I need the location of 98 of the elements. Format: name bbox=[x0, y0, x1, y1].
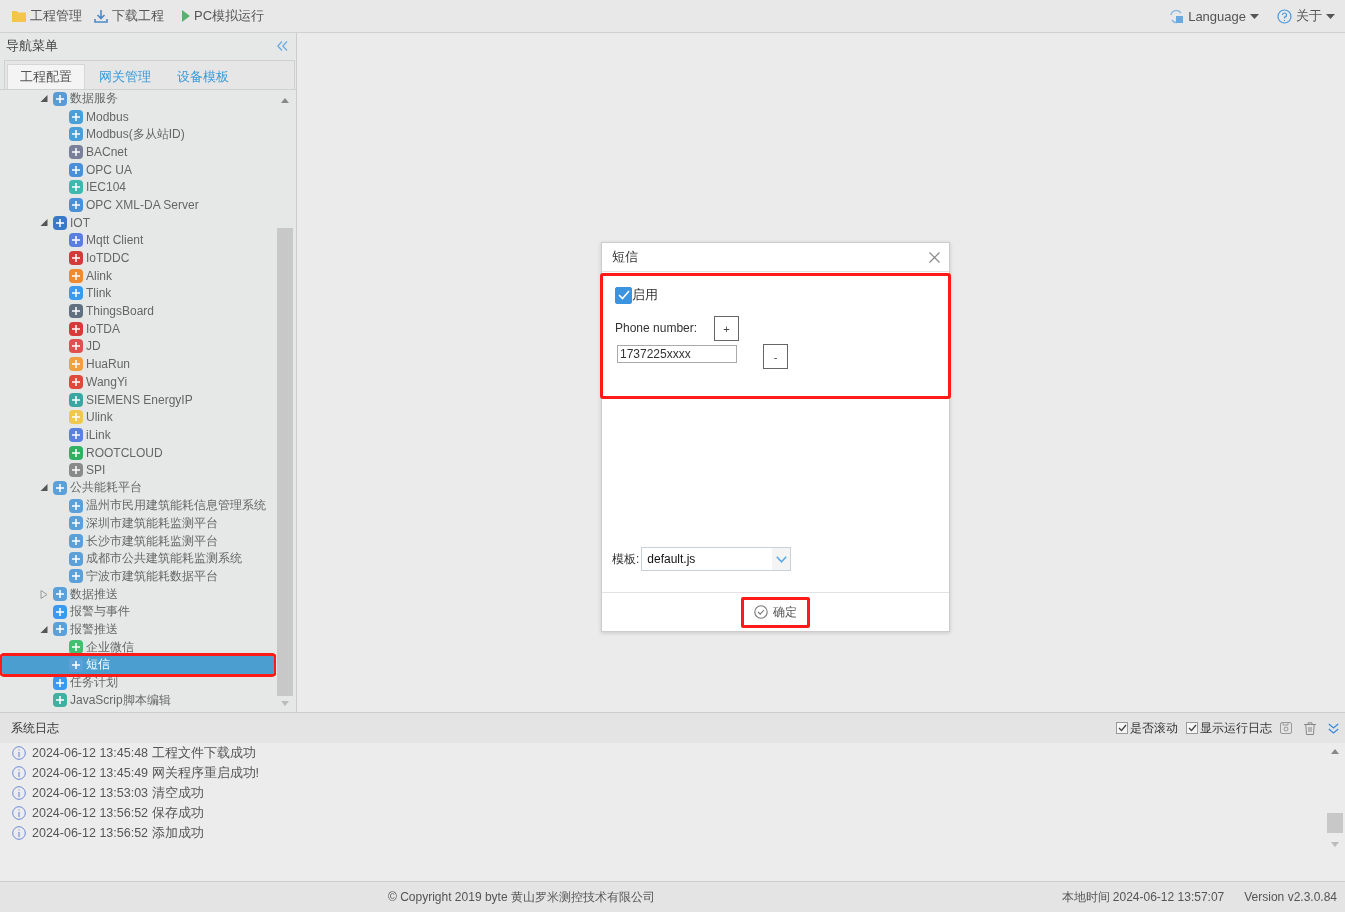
collapsed-triangle-icon[interactable] bbox=[40, 589, 48, 599]
template-select[interactable]: default.js bbox=[641, 547, 792, 571]
tree-item[interactable]: iLink bbox=[2, 426, 274, 444]
tree-item[interactable]: 成都市公共建筑能耗监测系统 bbox=[2, 549, 274, 568]
tree-item[interactable]: 任务计划 bbox=[2, 673, 274, 692]
tree-item[interactable]: WangYi bbox=[2, 373, 274, 391]
toolbar-button[interactable]: PC模拟运行 bbox=[180, 7, 267, 25]
tree-item[interactable]: Tlink bbox=[2, 284, 274, 303]
play-icon bbox=[182, 10, 190, 22]
close-icon[interactable] bbox=[929, 251, 940, 263]
tree-item[interactable]: Mqtt Client bbox=[2, 231, 274, 250]
scrollbar-thumb[interactable] bbox=[276, 228, 293, 696]
scroll-up-icon[interactable] bbox=[1330, 749, 1339, 754]
dialog-title: 短信 bbox=[612, 248, 638, 266]
version-text: Version v2.3.0.84 bbox=[1244, 890, 1337, 904]
dropdown-menu-button[interactable]: 关于 bbox=[1275, 7, 1337, 25]
tree-item[interactable]: 企业微信 bbox=[2, 638, 274, 656]
info-icon bbox=[12, 786, 26, 800]
log-entry: 2024-06-12 13:53:03 清空成功 bbox=[32, 784, 204, 802]
add-button[interactable]: + bbox=[714, 316, 739, 341]
tree-item[interactable]: BACnet bbox=[2, 143, 274, 161]
tree-item[interactable]: IoTDDC bbox=[2, 249, 274, 267]
log-entry: 2024-06-12 13:45:48 工程文件下载成功 bbox=[32, 744, 256, 762]
caret-icon bbox=[1250, 13, 1259, 19]
sidebar-title: 导航菜单 bbox=[6, 36, 58, 55]
tree-item[interactable]: IOT bbox=[2, 213, 274, 232]
sidebar-tab[interactable]: 设备模板 bbox=[165, 64, 241, 89]
tree-item[interactable]: JD bbox=[2, 337, 274, 356]
log-entry: 2024-06-12 13:45:49 网关程序重启成功! bbox=[32, 764, 260, 782]
scroll-up-icon[interactable] bbox=[280, 98, 289, 103]
tree-item[interactable]: ROOTCLOUD bbox=[2, 443, 274, 462]
tree-item[interactable]: OPC XML-DA Server bbox=[2, 196, 274, 214]
scroll-down-icon[interactable] bbox=[1330, 842, 1339, 847]
save-icon[interactable] bbox=[1280, 722, 1292, 734]
tree-item[interactable]: IEC104 bbox=[2, 178, 274, 197]
expanded-triangle-icon[interactable] bbox=[40, 484, 48, 492]
tree-item[interactable]: 报警推送 bbox=[2, 620, 274, 639]
local-time: 本地时间 2024-06-12 13:57:07 bbox=[1061, 888, 1225, 906]
chevron-down-icon bbox=[775, 555, 787, 563]
expanded-triangle-icon[interactable] bbox=[40, 625, 48, 633]
trash-icon[interactable] bbox=[1304, 721, 1316, 735]
field-label: Phone number: bbox=[615, 321, 699, 335]
tree-item[interactable]: 温州市民用建筑能耗信息管理系统 bbox=[2, 496, 274, 515]
scroll-down-icon[interactable] bbox=[280, 701, 289, 706]
info-icon bbox=[12, 766, 26, 780]
enable-checkbox[interactable] bbox=[615, 286, 632, 304]
checkbox-label: 启用 bbox=[632, 286, 658, 304]
tree-item[interactable]: SIEMENS EnergyIP bbox=[2, 390, 274, 409]
double-chevron-icon[interactable] bbox=[1328, 722, 1339, 734]
tree-item[interactable]: 公共能耗平台 bbox=[2, 479, 274, 497]
folder-icon bbox=[12, 10, 26, 22]
expanded-triangle-icon[interactable] bbox=[40, 95, 48, 103]
toolbar-button[interactable]: 工程管理 bbox=[10, 7, 84, 25]
help-icon bbox=[1277, 8, 1292, 24]
tree-item[interactable]: JavaScrip脚本编辑 bbox=[2, 691, 274, 710]
phone-number-field[interactable]: 1737225xxxx bbox=[617, 345, 737, 363]
log-entry: 2024-06-12 13:56:52 添加成功 bbox=[32, 824, 204, 842]
tree-item[interactable]: HuaRun bbox=[2, 355, 274, 373]
checkbox[interactable] bbox=[1186, 722, 1198, 734]
toolbar-button[interactable]: 下载工程 bbox=[92, 7, 166, 25]
tree-item[interactable]: 短信 bbox=[2, 656, 274, 674]
tree-item[interactable]: IoTDA bbox=[2, 319, 274, 338]
log-option-checkbox[interactable]: 显示运行日志 bbox=[1186, 719, 1272, 737]
tree-item[interactable]: Modbus bbox=[2, 107, 274, 126]
checkbox[interactable] bbox=[1116, 722, 1128, 734]
log-title: 系统日志 bbox=[11, 719, 59, 737]
tree-item[interactable]: Alink bbox=[2, 266, 274, 285]
tree-item[interactable]: ThingsBoard bbox=[2, 302, 274, 320]
tree-item[interactable]: 长沙市建筑能耗监测平台 bbox=[2, 532, 274, 550]
remove-button[interactable]: - bbox=[763, 344, 788, 369]
tree-item[interactable]: Modbus(多从站ID) bbox=[2, 125, 274, 144]
tree-item[interactable]: 数据服务 bbox=[2, 90, 274, 108]
info-icon bbox=[12, 806, 26, 820]
field-label: 模板: bbox=[612, 550, 640, 568]
tree-item[interactable]: Ulink bbox=[2, 408, 274, 427]
caret-icon bbox=[1326, 13, 1335, 19]
tree-item[interactable]: SPI bbox=[2, 461, 274, 480]
dropdown-menu-button[interactable]: Language bbox=[1167, 8, 1261, 24]
download-icon bbox=[94, 9, 108, 23]
expanded-triangle-icon[interactable] bbox=[40, 219, 48, 227]
info-icon bbox=[12, 746, 26, 760]
tree-item[interactable]: OPC UA bbox=[2, 160, 274, 179]
tree-item[interactable]: 宁波市建筑能耗数据平台 bbox=[2, 567, 274, 586]
collapse-sidebar-icon[interactable] bbox=[277, 40, 288, 51]
tree-item[interactable]: 深圳市建筑能耗监测平台 bbox=[2, 514, 274, 533]
sidebar-tab[interactable]: 网关管理 bbox=[87, 64, 163, 89]
tree-item[interactable]: 报警与事件 bbox=[2, 602, 274, 621]
sidebar-tab[interactable]: 工程配置 bbox=[7, 64, 85, 89]
check-icon bbox=[1117, 724, 1127, 732]
log-option-checkbox[interactable]: 是否滚动 bbox=[1116, 719, 1178, 737]
check-icon bbox=[1187, 724, 1197, 732]
scrollbar-thumb[interactable] bbox=[1326, 813, 1343, 833]
check-circle-icon bbox=[754, 605, 768, 619]
confirm-button[interactable]: 确定 bbox=[741, 596, 810, 628]
copyright-text: © Copyright 2019 byte 黄山罗米测控技术有限公司 bbox=[388, 888, 656, 906]
log-entry: 2024-06-12 13:56:52 保存成功 bbox=[32, 804, 204, 822]
tree-item[interactable]: 数据推送 bbox=[2, 585, 274, 603]
info-icon bbox=[12, 826, 26, 840]
